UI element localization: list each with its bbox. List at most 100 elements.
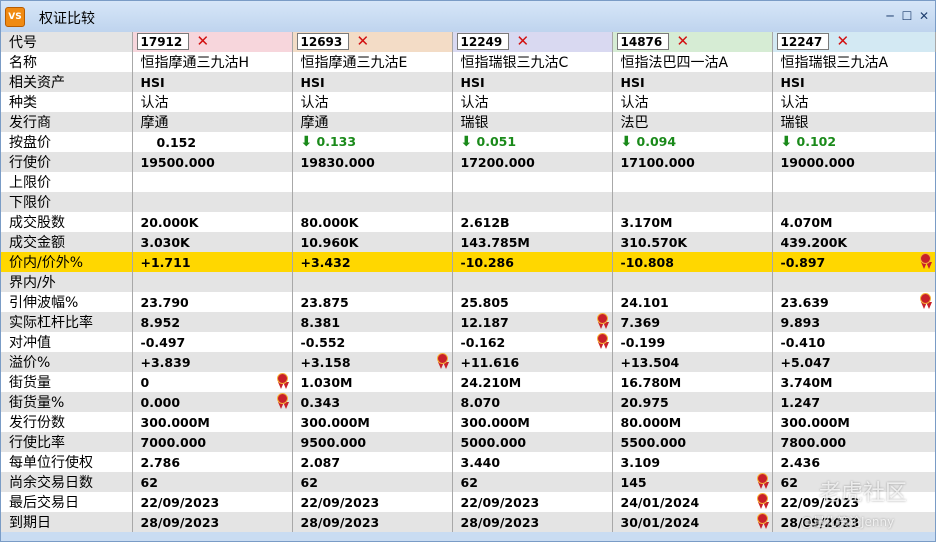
value-text: +1.711 — [140, 254, 191, 270]
value-text: 7800.000 — [780, 434, 847, 450]
value-text: +3.432 — [300, 254, 351, 270]
row-label: 成交金额 — [1, 232, 133, 252]
value-text: HSI — [780, 74, 805, 90]
value-text: 2.436 — [780, 454, 821, 470]
value-text: 9500.000 — [300, 434, 367, 450]
data-row: 每单位行使权 2.786 2.087 3.440 3.109 2.436 — [1, 452, 935, 472]
value-text: 0.000 — [140, 394, 181, 410]
value-cell: -0.199 — [612, 332, 773, 352]
remove-x-icon[interactable]: ✕ — [677, 32, 690, 51]
title-bar: VS 权证比较 ─ ☐ ✕ — [1, 1, 935, 32]
code-input[interactable]: 17912 — [136, 33, 189, 50]
value-text: +13.504 — [620, 354, 680, 370]
remove-x-icon[interactable]: ✕ — [517, 32, 530, 51]
value-cell: 8.381 — [292, 312, 453, 332]
code-input[interactable]: 12693 — [296, 33, 349, 50]
value-cell: 62 — [132, 472, 293, 492]
row-label: 名称 — [1, 52, 133, 72]
data-row: 尚余交易日数 62 62 62 145 62 — [1, 472, 935, 492]
watermark-main: 老虎社区 — [819, 481, 908, 506]
value-cell: HSI — [132, 72, 293, 92]
close-icon[interactable]: ✕ — [917, 9, 931, 23]
row-label: 界内/外 — [1, 272, 133, 292]
value-cell: +11.616 — [452, 352, 613, 372]
code-input[interactable]: 12247 — [776, 33, 829, 50]
value-text: 10.960K — [300, 234, 359, 250]
value-text: 0 — [140, 374, 150, 390]
value-text: 7.369 — [620, 314, 661, 330]
value-cell: 2.087 — [292, 452, 453, 472]
value-text: 4.070M — [780, 214, 833, 230]
value-cell: HSI — [612, 72, 773, 92]
value-cell: -0.552 — [292, 332, 453, 352]
award-badge-icon — [276, 393, 290, 410]
value-text: 认沽 — [140, 95, 169, 111]
value-cell — [612, 192, 773, 212]
value-cell: 62 — [292, 472, 453, 492]
data-row: 价内/价外% +1.711 +3.432 -10.286 -10.808 -0.897 — [1, 252, 935, 272]
value-text: -0.162 — [460, 334, 506, 350]
value-text: -0.199 — [620, 334, 666, 350]
value-cell: 22/09/2023 — [132, 492, 293, 512]
value-cell: 28/09/2023 — [132, 512, 293, 532]
value-cell: +3.158 — [292, 352, 453, 372]
value-cell: 0 — [132, 372, 293, 392]
value-cell — [772, 272, 935, 292]
value-cell: 23.875 — [292, 292, 453, 312]
value-text: +11.616 — [460, 354, 520, 370]
data-row: 最后交易日 22/09/2023 22/09/2023 22/09/2023 24/01… — [1, 492, 935, 512]
maximize-icon[interactable]: ☐ — [900, 9, 914, 23]
down-arrow-icon: ⬇ — [780, 134, 793, 150]
value-cell: 0.000 — [132, 392, 293, 412]
value-cell: 20.000K — [132, 212, 293, 232]
code-input[interactable]: 14876 — [616, 33, 669, 50]
row-label: 种类 — [1, 92, 133, 112]
value-text: 12.187 — [460, 314, 509, 330]
value-text: 62 — [140, 474, 158, 490]
value-text: 0.094 — [636, 134, 677, 149]
value-cell: 80.000M — [612, 412, 773, 432]
value-text: 恒指瑞银三九沽C — [460, 55, 569, 71]
value-text: 439.200K — [780, 234, 848, 250]
value-cell: +3.432 — [292, 252, 453, 272]
value-cell: 恒指法巴四一沽A — [612, 52, 773, 72]
value-cell: 认沽 — [132, 92, 293, 112]
value-text: 25.805 — [460, 294, 509, 310]
data-row: 对冲值 -0.497 -0.552 -0.162 -0.199 -0.410 — [1, 332, 935, 352]
data-row: 引伸波幅% 23.790 23.875 25.805 24.101 23.639 — [1, 292, 935, 312]
code-cell: 12693 ✕ — [292, 32, 453, 52]
remove-x-icon[interactable]: ✕ — [357, 32, 370, 51]
code-input[interactable]: 12249 — [456, 33, 509, 50]
remove-x-icon[interactable]: ✕ — [837, 32, 850, 51]
value-cell: HSI — [292, 72, 453, 92]
value-text: 1.030M — [300, 374, 353, 390]
value-cell: +13.504 — [612, 352, 773, 372]
award-badge-icon — [596, 313, 610, 330]
value-cell: -10.808 — [612, 252, 773, 272]
value-cell: 1.247 — [772, 392, 935, 412]
value-cell: 瑞银 — [452, 112, 613, 132]
row-label: 发行商 — [1, 112, 133, 132]
value-cell: 22/09/2023 — [452, 492, 613, 512]
row-label: 相关资产 — [1, 72, 133, 92]
code-cell: 14876 ✕ — [612, 32, 773, 52]
value-cell — [292, 192, 453, 212]
value-cell: ⬇ 0.094 — [612, 132, 773, 152]
row-label: 街货量 — [1, 372, 133, 392]
down-arrow-icon: ⬇ — [620, 134, 633, 150]
value-text: -10.808 — [620, 254, 674, 270]
value-cell — [132, 172, 293, 192]
remove-x-icon[interactable]: ✕ — [197, 32, 210, 51]
data-row: 成交股数 20.000K 80.000K 2.612B 3.170M 4.070M — [1, 212, 935, 232]
data-row: 街货量 0 1.030M 24.210M 16.780M 3.740M — [1, 372, 935, 392]
value-cell: 7.369 — [612, 312, 773, 332]
value-text: 300.000M — [140, 414, 210, 430]
value-cell: ⬇ 0.102 — [772, 132, 935, 152]
value-text: 认沽 — [780, 95, 809, 111]
value-text: 恒指摩通三九沽E — [300, 55, 408, 71]
award-badge-icon — [919, 293, 933, 310]
minimize-icon[interactable]: ─ — [883, 9, 897, 23]
value-text: 5000.000 — [460, 434, 527, 450]
code-row: 代号 17912 ✕ 12693 ✕ 12249 ✕ 14876 ✕ 12247 ✕ — [1, 32, 936, 52]
window-title: 权证比较 — [39, 11, 95, 27]
